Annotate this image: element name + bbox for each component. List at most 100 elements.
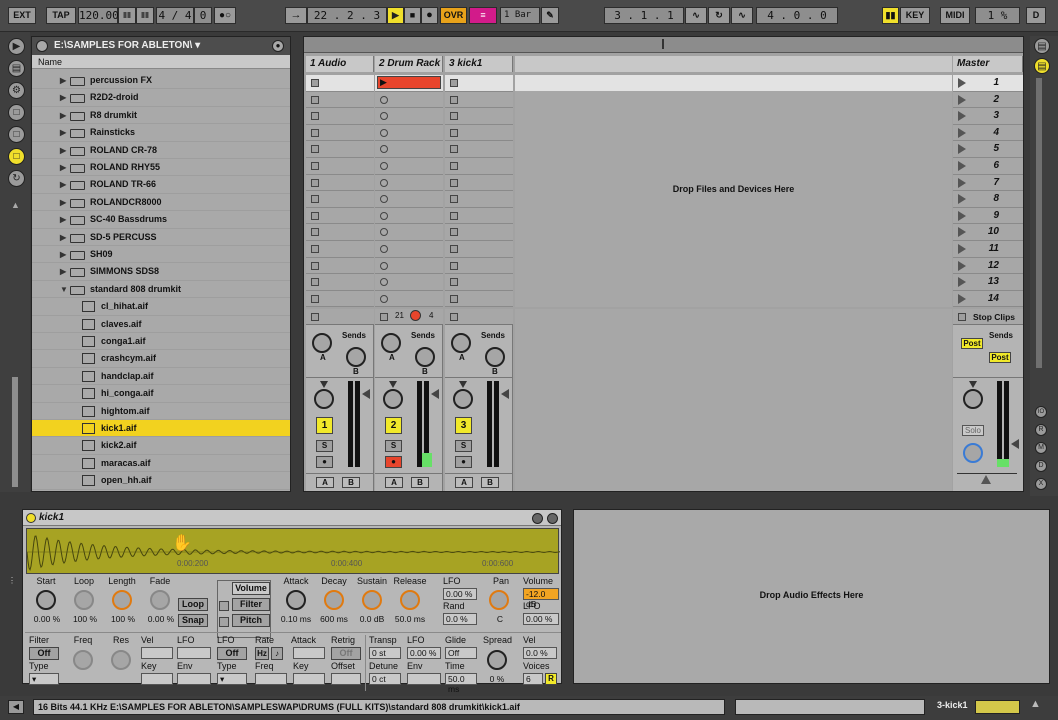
- browser-file-item[interactable]: kick2.aif: [32, 437, 290, 455]
- solo-button[interactable]: S: [455, 440, 472, 452]
- volume-slider-icon[interactable]: [501, 389, 509, 399]
- pitch-toggle[interactable]: [219, 617, 229, 627]
- lfo-amount-field[interactable]: 0.00 %: [443, 588, 477, 600]
- stop-track-icon[interactable]: [450, 313, 458, 321]
- stop-slot-icon[interactable]: [311, 162, 319, 170]
- computer-midi-keyboard-icon[interactable]: ▮▮: [882, 7, 899, 24]
- clip-slot[interactable]: [306, 91, 374, 109]
- stop-slot-icon[interactable]: [450, 278, 458, 287]
- record-icon[interactable]: ●: [421, 7, 438, 24]
- record-slot-icon[interactable]: [380, 228, 388, 237]
- scroll-up-icon[interactable]: ▲: [11, 200, 20, 210]
- scene-launch-3[interactable]: 3: [953, 108, 1023, 125]
- clip-slot[interactable]: [445, 274, 513, 291]
- send-b-knob[interactable]: [485, 347, 505, 367]
- stop-slot-icon[interactable]: [311, 195, 319, 204]
- browser-folder-item[interactable]: ▼ standard 808 drumkit: [32, 281, 290, 299]
- stop-slot-icon[interactable]: [311, 95, 319, 104]
- hide-browser-icon[interactable]: ◀: [8, 700, 24, 714]
- scene-play-icon[interactable]: [958, 277, 966, 288]
- browser-file-item[interactable]: kick1.aif: [32, 420, 290, 438]
- cue-volume-knob[interactable]: [963, 443, 983, 463]
- scene-launch-9[interactable]: 9: [953, 207, 1023, 225]
- rate-hz-button[interactable]: Hz: [255, 647, 269, 660]
- tempo-field[interactable]: 120.00: [78, 7, 119, 24]
- record-slot-icon[interactable]: [380, 261, 388, 270]
- scene-play-icon[interactable]: [958, 94, 966, 105]
- expand-triangle-icon[interactable]: ▶: [60, 124, 66, 141]
- scene-launch-1[interactable]: 1: [953, 75, 1023, 92]
- track-activator-3[interactable]: 3: [455, 417, 472, 434]
- stop-slot-icon[interactable]: [311, 178, 319, 187]
- freq-knob[interactable]: [73, 650, 93, 670]
- stop-slot-icon[interactable]: [450, 261, 458, 270]
- punch-in-icon[interactable]: ∿: [685, 7, 707, 24]
- io-toggle-icon[interactable]: IO: [1035, 406, 1047, 418]
- browser-scrollbar[interactable]: [12, 377, 18, 487]
- retrig-off-button[interactable]: Off: [331, 647, 361, 660]
- param-knob[interactable]: [36, 590, 56, 610]
- crossfade-a-button[interactable]: A: [455, 477, 473, 488]
- volume-lfo-field[interactable]: 0.00 %: [523, 613, 559, 625]
- scene-launch-2[interactable]: 2: [953, 91, 1023, 109]
- filter-toggle[interactable]: [219, 601, 229, 611]
- scene-launch-14[interactable]: 14: [953, 290, 1023, 308]
- hide-detail-icon[interactable]: ▲: [1030, 698, 1046, 714]
- clip-slot[interactable]: [306, 75, 374, 92]
- tab-volume[interactable]: Volume: [232, 582, 270, 595]
- arm-button[interactable]: ●: [455, 456, 472, 468]
- clip-slot[interactable]: [445, 108, 513, 125]
- expand-triangle-icon[interactable]: ▶: [60, 107, 66, 124]
- record-slot-icon[interactable]: [380, 145, 388, 154]
- device-title[interactable]: kick1: [23, 510, 561, 526]
- browser-file-item[interactable]: conga1.aif: [32, 333, 290, 351]
- clip-slot[interactable]: [375, 224, 443, 241]
- record-slot-icon[interactable]: [380, 95, 388, 104]
- lfo-key-field[interactable]: [293, 673, 325, 685]
- browser-folder-item[interactable]: ▶ SD-5 PERCUSS: [32, 229, 290, 246]
- browser-file-item[interactable]: handclap.aif: [32, 368, 290, 386]
- signature-field[interactable]: 4 / 4: [156, 7, 194, 24]
- expand-triangle-icon[interactable]: ▶: [60, 229, 66, 246]
- collapse-triangle-icon[interactable]: ▼: [60, 281, 68, 298]
- browser-folder-item[interactable]: ▶ R2D2-droid: [32, 89, 290, 107]
- expand-triangle-icon[interactable]: ▶: [60, 72, 66, 89]
- overdub-button[interactable]: OVR: [440, 7, 467, 24]
- crossfade-a-button[interactable]: A: [316, 477, 334, 488]
- env-knob[interactable]: [362, 590, 382, 610]
- clip-slot[interactable]: [306, 141, 374, 158]
- send-a-knob[interactable]: [312, 333, 332, 353]
- browser-file-item[interactable]: cl_hihat.aif: [32, 298, 290, 316]
- plugin-devices-icon[interactable]: ⚙: [8, 82, 25, 99]
- clip-slot[interactable]: [445, 91, 513, 109]
- stop-slot-icon[interactable]: [450, 95, 458, 104]
- play-icon[interactable]: ▶: [387, 7, 404, 24]
- clip-slot[interactable]: ▶: [375, 75, 443, 92]
- clip-slot[interactable]: [445, 191, 513, 208]
- record-slot-icon[interactable]: [380, 245, 388, 253]
- folder-3-icon[interactable]: □: [8, 148, 25, 165]
- filter-off-button[interactable]: Off: [29, 647, 59, 660]
- clip-slot[interactable]: [306, 191, 374, 208]
- scene-launch-5[interactable]: 5: [953, 141, 1023, 158]
- browser-folder-item[interactable]: ▶ percussion FX: [32, 72, 290, 90]
- follow-icon[interactable]: ≡: [469, 7, 497, 24]
- clip-slot[interactable]: [375, 290, 443, 308]
- ext-sync-button[interactable]: EXT: [8, 7, 36, 24]
- scene-launch-12[interactable]: 12: [953, 257, 1023, 275]
- solo-button[interactable]: S: [316, 440, 333, 452]
- clip-slot[interactable]: [375, 174, 443, 192]
- play-preview-icon[interactable]: ▶: [8, 38, 25, 55]
- browser-folder-item[interactable]: ▶ ROLAND CR-78: [32, 142, 290, 159]
- clip-slot[interactable]: [445, 290, 513, 308]
- clip-slot[interactable]: [445, 141, 513, 158]
- scene-launch-6[interactable]: 6: [953, 158, 1023, 175]
- device-power-icon[interactable]: [26, 513, 36, 523]
- song-position-field[interactable]: 22 . 2 . 3: [307, 7, 387, 24]
- send-b-knob[interactable]: [415, 347, 435, 367]
- post-button-b[interactable]: Post: [989, 352, 1011, 363]
- record-slot-icon[interactable]: [380, 112, 388, 121]
- clip-slot[interactable]: [375, 257, 443, 275]
- browser-file-item[interactable]: maracas.aif: [32, 455, 290, 473]
- loop-button[interactable]: Loop: [178, 598, 208, 611]
